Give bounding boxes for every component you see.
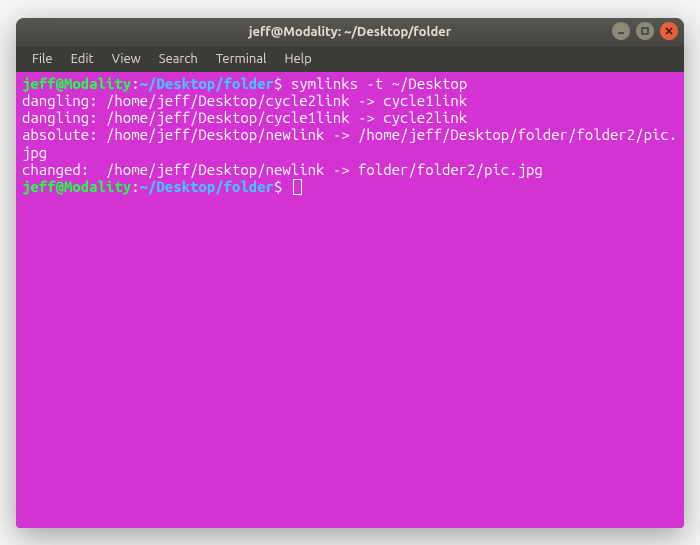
maximize-icon [640, 26, 650, 36]
maximize-button[interactable] [636, 22, 654, 40]
menu-edit[interactable]: Edit [63, 49, 102, 69]
prompt-sep2: $ [274, 178, 291, 195]
output-line: dangling: /home/jeff/Desktop/cycle2link … [22, 92, 467, 109]
prompt-path: ~/Desktop/folder [140, 178, 274, 195]
prompt-user-host: jeff@Modality [22, 75, 131, 92]
output-line: absolute: /home/jeff/Desktop/newlink -> … [22, 126, 677, 160]
prompt-sep2: $ [274, 75, 291, 92]
terminal-window: jeff@Modality: ~/Desktop/folder File Edi… [16, 18, 684, 528]
menu-file[interactable]: File [24, 49, 61, 69]
prompt-sep1: : [131, 178, 139, 195]
titlebar[interactable]: jeff@Modality: ~/Desktop/folder [16, 18, 684, 46]
close-button[interactable] [660, 22, 678, 40]
menu-help[interactable]: Help [276, 49, 319, 69]
menu-view[interactable]: View [104, 49, 149, 69]
window-title: jeff@Modality: ~/Desktop/folder [249, 25, 451, 39]
window-controls [612, 22, 678, 40]
prompt-path: ~/Desktop/folder [140, 75, 274, 92]
close-icon [664, 26, 674, 36]
prompt-user-host: jeff@Modality [22, 178, 131, 195]
prompt-sep1: : [131, 75, 139, 92]
output-line: dangling: /home/jeff/Desktop/cycle1link … [22, 109, 467, 126]
menu-terminal[interactable]: Terminal [208, 49, 275, 69]
menubar: File Edit View Search Terminal Help [16, 46, 684, 72]
minimize-button[interactable] [612, 22, 630, 40]
command-text: symlinks -t ~/Desktop [291, 75, 467, 92]
output-line: changed: /home/jeff/Desktop/newlink -> f… [22, 161, 543, 178]
terminal-area[interactable]: jeff@Modality:~/Desktop/folder$ symlinks… [16, 72, 684, 528]
minimize-icon [616, 26, 626, 36]
cursor-icon [293, 179, 302, 195]
menu-search[interactable]: Search [151, 49, 206, 69]
